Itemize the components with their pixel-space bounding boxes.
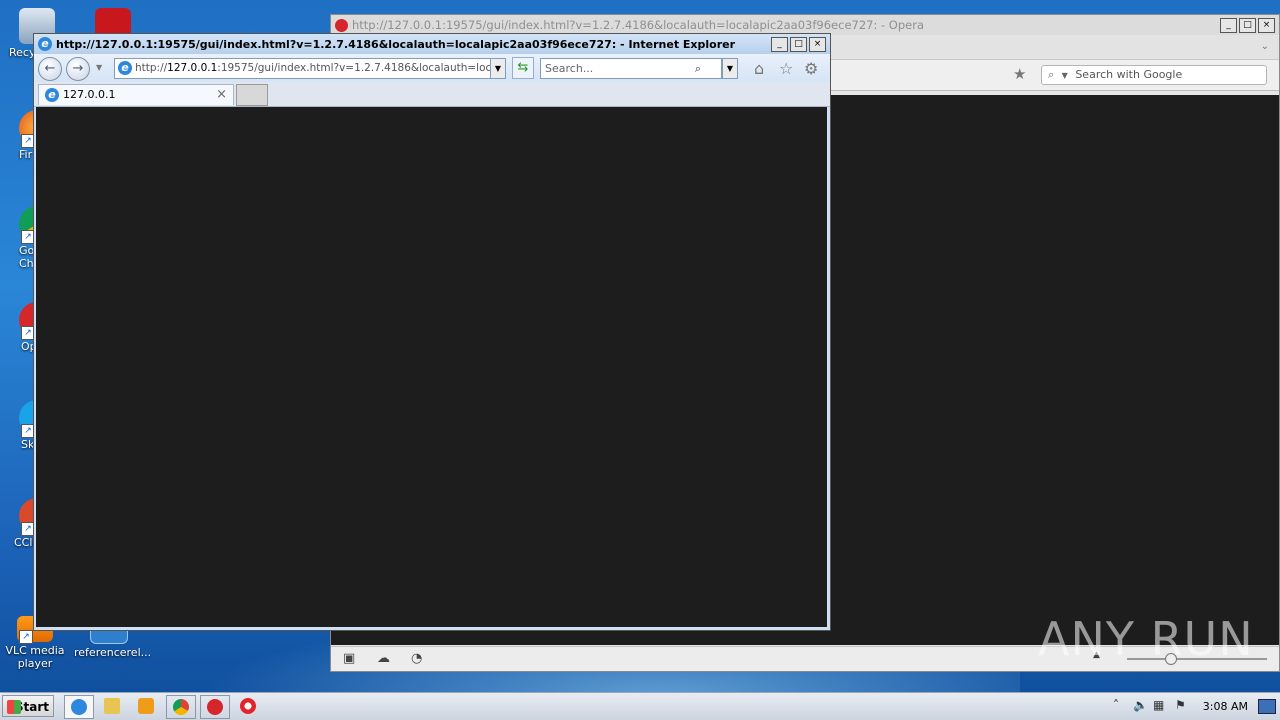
ie-window-title: http://127.0.0.1:19575/gui/index.html?v=… — [56, 37, 736, 51]
forward-button[interactable]: → — [66, 57, 90, 81]
windows-logo-icon — [7, 700, 21, 714]
tab-127-0-0-1[interactable]: e 127.0.0.1 × — [38, 84, 234, 105]
close-button[interactable]: × — [809, 36, 826, 52]
speed-dial-icon[interactable]: ◔ — [411, 651, 422, 666]
start-button[interactable]: Start — [2, 695, 54, 717]
action-center-flag-icon[interactable]: ⚑ — [1175, 698, 1186, 712]
ie-window[interactable]: e http://127.0.0.1:19575/gui/index.html?… — [33, 33, 831, 631]
address-path: :19575/gui/index.html?v=1.2.7.4186&local… — [217, 62, 506, 74]
desktop-icon-label: referencerel... — [74, 646, 152, 659]
anyrun-watermark: ANY RUN — [1038, 612, 1254, 666]
chrome-icon — [173, 699, 189, 715]
address-host: 127.0.0.1 — [167, 62, 218, 74]
refresh-icon: ⇆ — [517, 60, 529, 75]
maximize-button[interactable]: □ — [790, 36, 807, 52]
search-dropdown-button[interactable]: ▼ — [722, 58, 738, 79]
gear-icon[interactable]: ⚙ — [804, 59, 818, 78]
taskbar: Start ˄ 🔈 ▦ ⚑ 3:08 AM — [0, 692, 1280, 720]
taskbar-explorer-button[interactable] — [98, 695, 126, 717]
maximize-button[interactable]: □ — [1239, 17, 1256, 33]
ie-nav-toolbar: ← → ▼ e http://127.0.0.1:19575/gui/index.… — [34, 54, 830, 82]
page-favicon-icon: e — [118, 61, 132, 75]
address-bar[interactable]: e http://127.0.0.1:19575/gui/index.html?v… — [114, 58, 506, 79]
ie-page-content[interactable] — [36, 107, 827, 627]
folder-icon — [104, 698, 120, 714]
home-icon[interactable]: ⌂ — [754, 59, 764, 78]
bookmark-star-icon[interactable]: ★ — [1013, 65, 1026, 83]
minimize-button[interactable]: _ — [771, 36, 788, 52]
favorites-star-icon[interactable]: ☆ — [779, 59, 793, 78]
opera-titlebar[interactable]: http://127.0.0.1:19575/gui/index.html?v=… — [331, 15, 1279, 35]
back-arrow-icon: ← — [44, 61, 56, 76]
tab-close-button[interactable]: × — [216, 85, 227, 105]
ie-titlebar[interactable]: e http://127.0.0.1:19575/gui/index.html?… — [34, 34, 830, 54]
taskbar-opera-button[interactable] — [200, 695, 230, 719]
search-icon: ⌕ — [1048, 68, 1055, 81]
ie-search-input[interactable]: Search... ⌕ — [540, 58, 722, 79]
media-player-icon — [138, 698, 154, 714]
tab-label: 127.0.0.1 — [63, 88, 116, 101]
search-icon[interactable]: ⌕ — [695, 59, 701, 78]
volume-icon[interactable]: 🔈 — [1133, 698, 1148, 712]
opera-logo-icon — [335, 18, 348, 32]
address-dropdown-button[interactable]: ▼ — [490, 58, 506, 79]
opera-window-title: http://127.0.0.1:19575/gui/index.html?v=… — [352, 18, 925, 32]
ie-icon — [71, 699, 87, 715]
taskbar-clock[interactable]: 3:08 AM — [1203, 700, 1248, 713]
taskbar-media-player-button[interactable] — [132, 695, 160, 717]
opera-search-input[interactable]: ⌕ ▼ Search with Google — [1041, 65, 1267, 85]
back-button[interactable]: ← — [38, 57, 62, 81]
system-tray: ˄ 🔈 ▦ ⚑ 3:08 AM — [1105, 693, 1280, 720]
chevron-down-icon[interactable]: ⌄ — [1261, 41, 1269, 52]
forward-arrow-icon: → — [72, 61, 84, 76]
ie-logo-icon: e — [38, 37, 52, 51]
panel-toggle-icon[interactable]: ▣ — [343, 651, 355, 666]
taskbar-chrome-button[interactable] — [166, 695, 196, 719]
new-tab-button[interactable] — [236, 84, 268, 106]
tab-favicon-icon: e — [45, 88, 59, 102]
ie-search-placeholder: Search... — [545, 62, 594, 75]
minimize-button[interactable]: _ — [1220, 17, 1237, 33]
desktop-icon-label: VLC media player — [5, 644, 65, 670]
show-desktop-button[interactable] — [1258, 699, 1276, 714]
opera-icon — [207, 699, 223, 715]
cloud-icon[interactable]: ☁ — [377, 651, 390, 666]
taskbar-ie-button[interactable] — [64, 695, 94, 719]
close-button[interactable]: × — [1258, 17, 1275, 33]
show-hidden-icons-icon[interactable]: ˄ — [1113, 698, 1119, 712]
history-dropdown-icon[interactable]: ▼ — [96, 63, 102, 72]
address-prefix: http:// — [135, 62, 168, 74]
shortcut-arrow-icon: ↗ — [19, 630, 33, 644]
opera-icon — [240, 698, 256, 714]
chevron-down-icon: ▼ — [1061, 71, 1068, 80]
taskbar-opera-2-button[interactable] — [234, 695, 262, 717]
ie-tab-strip: e 127.0.0.1 × — [34, 82, 830, 107]
refresh-button[interactable]: ⇆ — [512, 57, 534, 79]
network-icon[interactable]: ▦ — [1153, 698, 1164, 712]
opera-search-placeholder: Search with Google — [1075, 68, 1183, 81]
